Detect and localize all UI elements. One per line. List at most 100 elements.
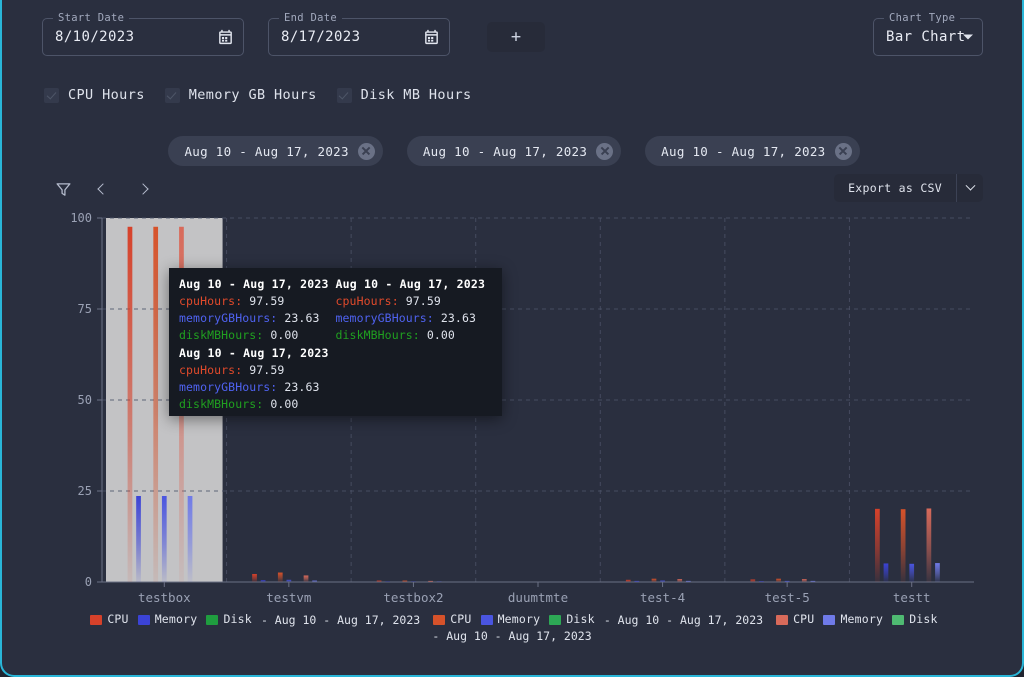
tooltip-column: Aug 10 - Aug 17, 2023 cpuHours: 97.59 memo…	[336, 276, 493, 414]
top-controls-row: Start Date 8/10/2023 End Date 8/17/2023	[2, 0, 1022, 76]
calendar-icon[interactable]	[423, 29, 440, 46]
tooltip-metric-key: memoryGBHours:	[179, 311, 278, 325]
add-range-button[interactable]: +	[487, 22, 545, 52]
export-button-group: Export as CSV	[834, 174, 983, 202]
chart-legend: CPU Memory Disk - Aug 10 - Aug 17, 2023 CPU M…	[2, 610, 1022, 643]
checkbox-icon[interactable]	[164, 87, 180, 103]
tooltip-metric-row: memoryGBHours: 23.63	[179, 310, 336, 327]
previous-page-button[interactable]	[90, 176, 116, 202]
start-date-label: Start Date	[53, 12, 130, 24]
date-range-chip-row: Aug 10 - Aug 17, 2023 Aug 10 - Aug 17, 2…	[2, 136, 1022, 166]
legend-item[interactable]: Memory	[137, 610, 198, 629]
chart-type-select[interactable]: Chart Type Bar Chart	[873, 12, 983, 56]
checkbox-icon[interactable]	[336, 87, 352, 103]
legend-range-suffix: - Aug 10 - Aug 17, 2023	[432, 629, 592, 643]
legend-label: Memory	[497, 612, 541, 626]
legend-item[interactable]: Disk	[206, 610, 252, 629]
legend-item[interactable]: Memory	[823, 610, 883, 629]
legend-label: CPU	[107, 612, 129, 626]
tooltip-group: Aug 10 - Aug 17, 2023 cpuHours: 97.59 memo…	[336, 276, 493, 344]
tooltip-metric-row: memoryGBHours: 23.63	[336, 310, 493, 327]
legend-label: Memory	[154, 612, 198, 626]
svg-text:50: 50	[78, 393, 92, 407]
export-dropdown-button[interactable]	[956, 174, 983, 202]
next-page-button[interactable]	[130, 176, 156, 202]
start-date-field[interactable]: Start Date 8/10/2023	[42, 12, 244, 56]
checkbox-label: CPU Hours	[68, 87, 145, 103]
checkbox-disk-mb-hours[interactable]: Disk MB Hours	[336, 87, 472, 103]
legend-swatch	[90, 614, 103, 625]
tooltip-metric-value: 0.00	[419, 328, 455, 342]
svg-text:testt: testt	[893, 590, 931, 605]
tooltip-metric-row: cpuHours: 97.59	[336, 293, 493, 310]
tooltip-metric-key: cpuHours:	[335, 294, 399, 308]
usage-bar-chart[interactable]: 0 25 50 75 100 testbox testvm testbox2 duumtmte t…	[2, 206, 1022, 606]
date-range-chip[interactable]: Aug 10 - Aug 17, 2023	[645, 136, 860, 166]
tooltip-metric-key: diskMBHours:	[179, 328, 264, 342]
chart-tooltip: Aug 10 - Aug 17, 2023 cpuHours: 97.59 memo…	[169, 268, 502, 416]
svg-text:testvm: testvm	[266, 590, 311, 605]
end-date-field[interactable]: End Date 8/17/2023	[268, 12, 450, 56]
checkbox-icon[interactable]	[44, 87, 59, 103]
close-icon[interactable]	[834, 142, 852, 160]
tooltip-metric-value: 0.00	[263, 328, 299, 342]
legend-label: Disk	[909, 612, 938, 626]
tooltip-metric-row: diskMBHours: 0.00	[336, 327, 493, 344]
svg-text:100: 100	[70, 211, 92, 225]
chip-label: Aug 10 - Aug 17, 2023	[661, 143, 826, 159]
svg-text:0: 0	[85, 575, 92, 589]
checkbox-label: Memory GB Hours	[188, 87, 317, 103]
export-as-csv-button[interactable]: Export as CSV	[834, 174, 956, 202]
chip-label: Aug 10 - Aug 17, 2023	[422, 143, 588, 159]
checkbox-cpu-hours[interactable]: CPU Hours	[44, 87, 145, 103]
legend-item[interactable]: Memory	[480, 610, 541, 629]
calendar-icon[interactable]	[217, 29, 234, 46]
legend-range-suffix: - Aug 10 - Aug 17, 2023	[260, 612, 421, 627]
svg-text:25: 25	[78, 484, 92, 498]
svg-text:testbox2: testbox2	[383, 590, 443, 605]
tooltip-title: Aug 10 - Aug 17, 2023	[179, 277, 329, 291]
legend-item[interactable]: CPU	[776, 610, 814, 629]
legend-item[interactable]: CPU	[433, 610, 471, 629]
tooltip-title: Aug 10 - Aug 17, 2023	[335, 277, 486, 291]
tooltip-metric-value: 23.63	[433, 311, 476, 325]
chevron-down-icon[interactable]	[963, 34, 973, 40]
checkbox-memory-gb-hours[interactable]: Memory GB Hours	[164, 87, 317, 103]
tooltip-metric-key: cpuHours:	[179, 363, 243, 377]
tooltip-title: Aug 10 - Aug 17, 2023	[179, 346, 329, 360]
checkbox-label: Disk MB Hours	[360, 87, 472, 103]
legend-swatch	[823, 614, 836, 625]
tooltip-group: Aug 10 - Aug 17, 2023 cpuHours: 97.59 memo…	[179, 276, 336, 344]
filter-funnel-icon[interactable]	[50, 176, 76, 202]
tooltip-metric-value: 97.59	[242, 294, 285, 308]
tooltip-metric-row: memoryGBHours: 23.63	[179, 379, 336, 396]
svg-text:test-5: test-5	[765, 590, 810, 605]
legend-label: CPU	[793, 612, 815, 626]
legend-swatch	[433, 614, 446, 625]
date-range-chip[interactable]: Aug 10 - Aug 17, 2023	[168, 136, 383, 166]
close-icon[interactable]	[357, 142, 375, 160]
date-range-chip[interactable]: Aug 10 - Aug 17, 2023	[406, 136, 622, 166]
tooltip-metric-row: cpuHours: 97.59	[179, 362, 336, 379]
svg-text:duumtmte: duumtmte	[508, 590, 568, 605]
chart-svg: 0 25 50 75 100 testbox testvm testbox2 duumtmte t…	[70, 211, 974, 605]
tooltip-metric-value: 97.59	[242, 363, 285, 377]
close-icon[interactable]	[596, 142, 614, 160]
legend-item[interactable]: Disk	[892, 610, 938, 629]
metric-checkbox-row: CPU Hours Memory GB Hours Disk MB Hours	[44, 87, 472, 103]
end-date-value: 8/17/2023	[281, 29, 361, 45]
chevron-down-icon	[965, 180, 975, 191]
tooltip-metric-row: cpuHours: 97.59	[179, 293, 336, 310]
tooltip-metric-row: diskMBHours: 0.00	[179, 327, 336, 344]
end-date-label: End Date	[279, 12, 342, 24]
tooltip-metric-row: diskMBHours: 0.00	[179, 396, 336, 413]
chip-label: Aug 10 - Aug 17, 2023	[184, 143, 349, 159]
tooltip-metric-key: diskMBHours:	[335, 328, 420, 342]
legend-swatch	[892, 614, 905, 625]
tooltip-metric-value: 23.63	[277, 380, 320, 394]
legend-item[interactable]: Disk	[549, 610, 595, 629]
legend-swatch	[549, 614, 562, 625]
legend-label: Memory	[840, 612, 884, 626]
legend-item[interactable]: CPU	[90, 610, 128, 629]
legend-swatch	[480, 614, 493, 625]
